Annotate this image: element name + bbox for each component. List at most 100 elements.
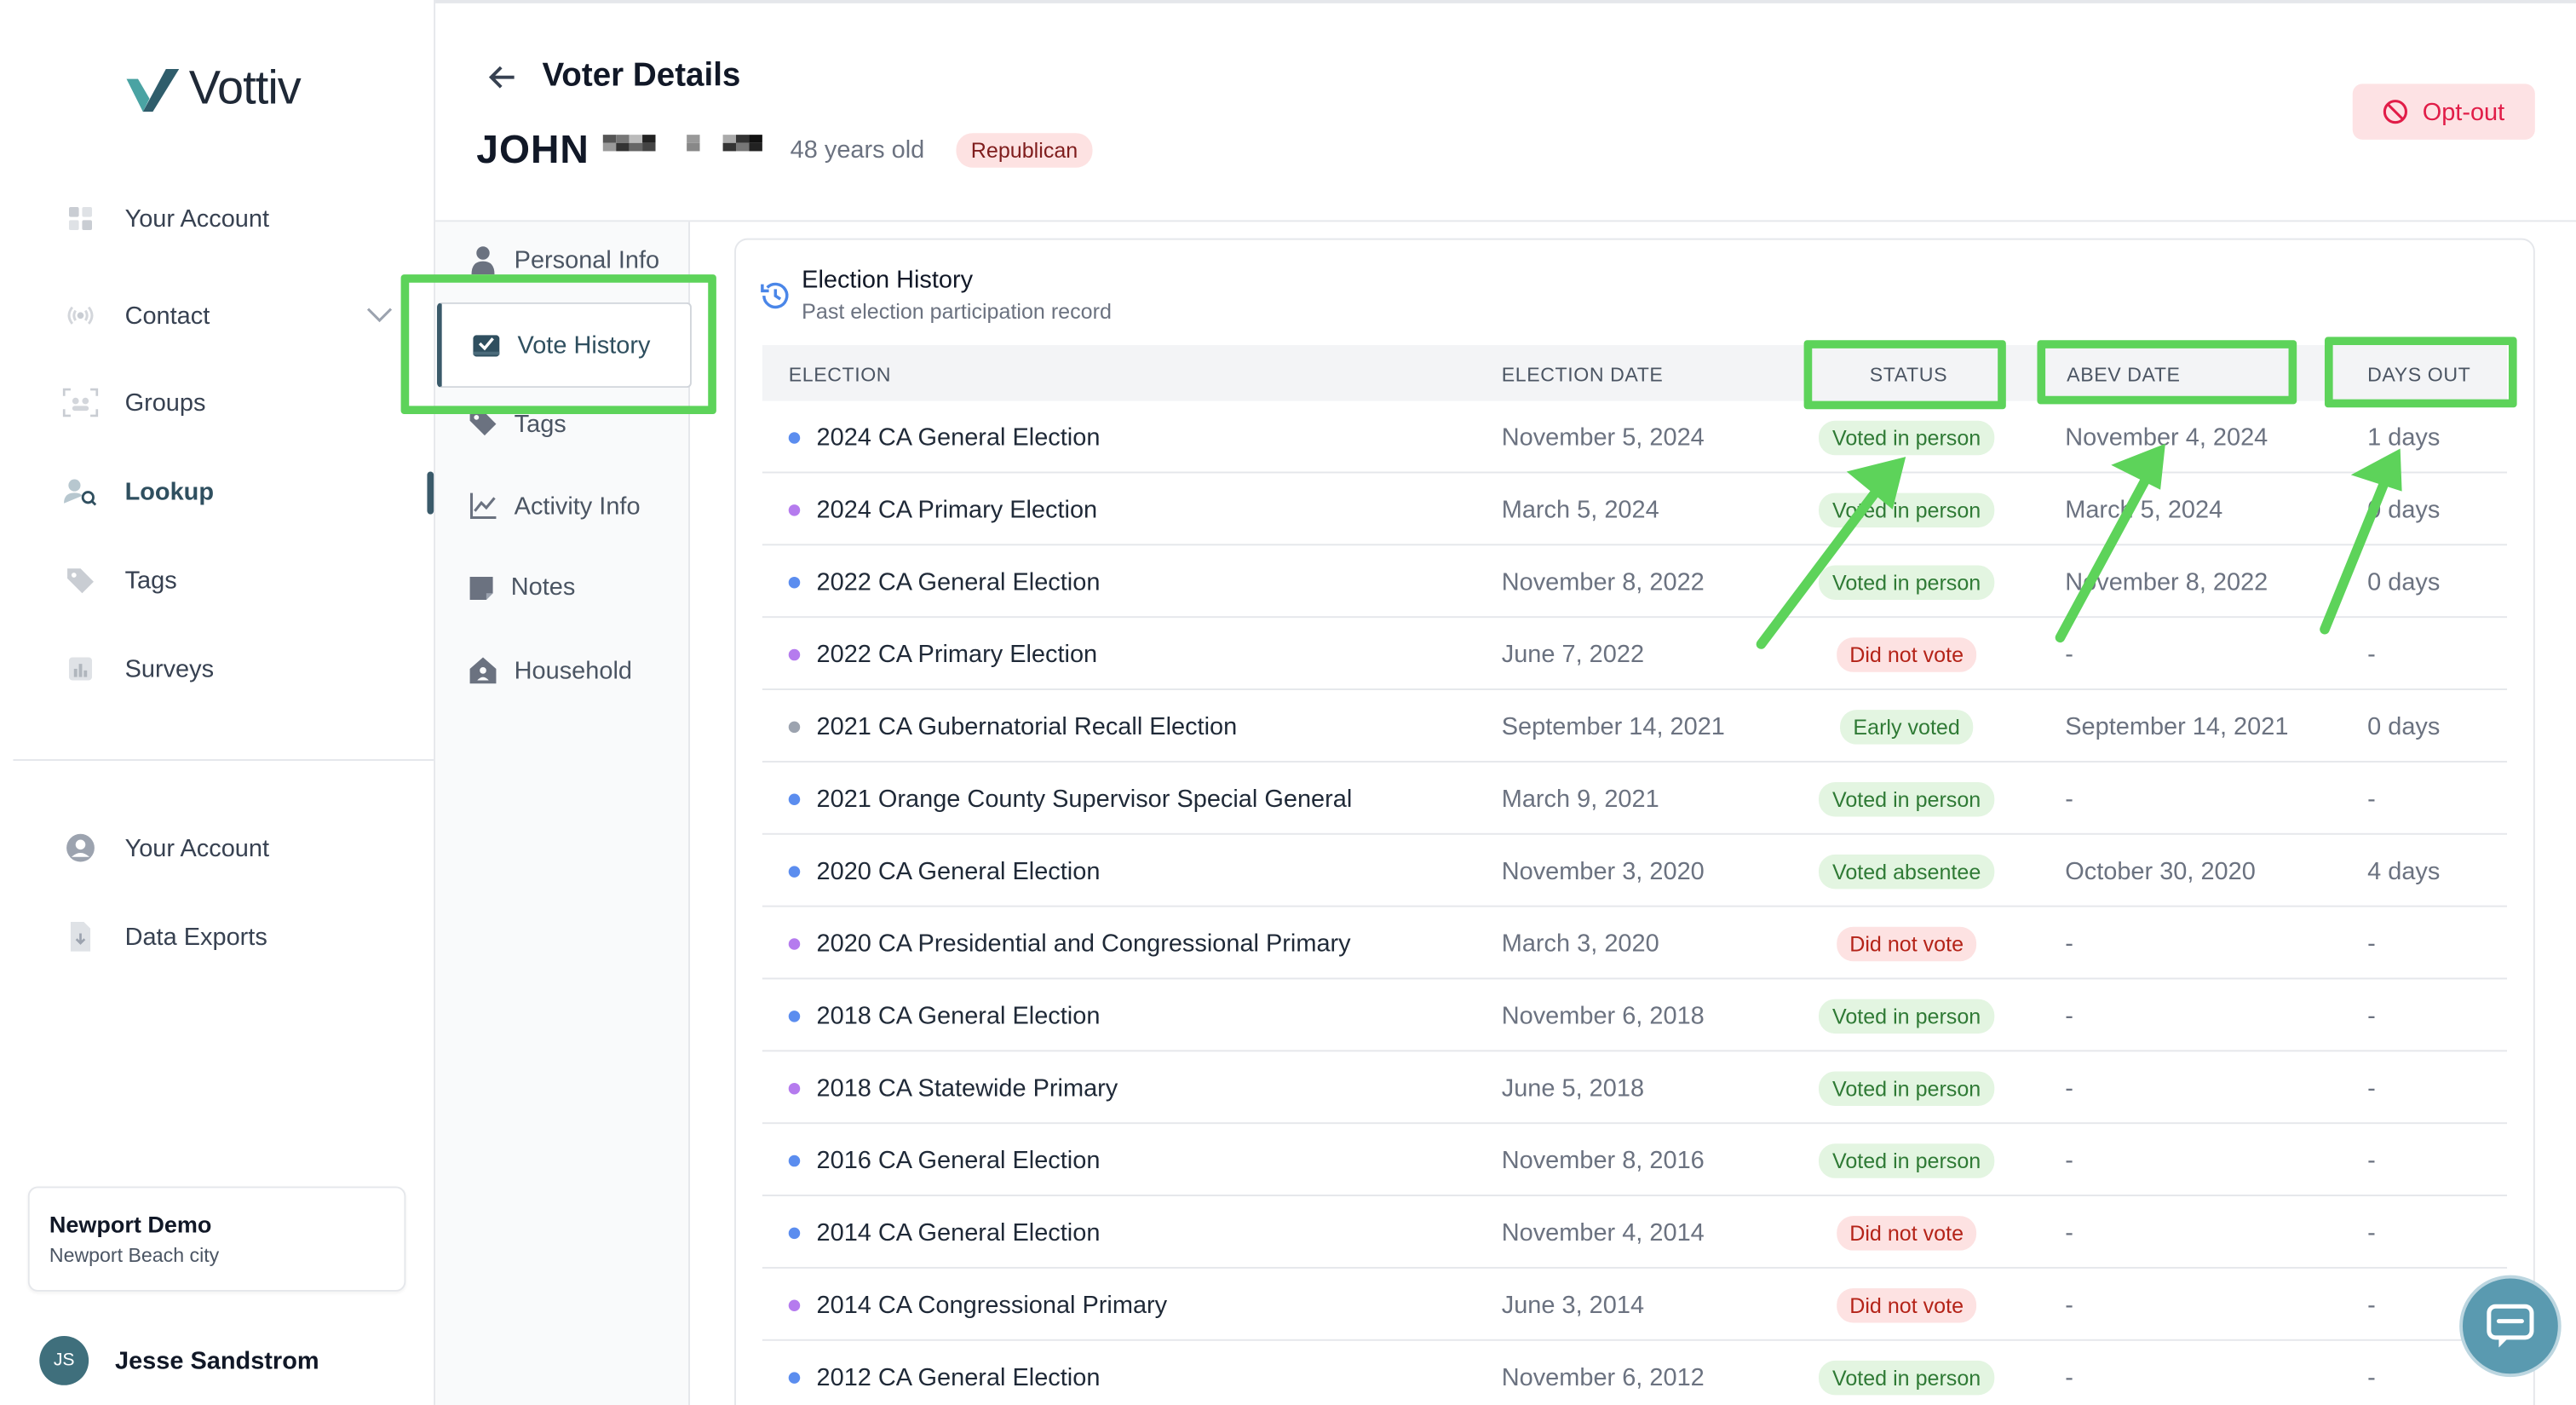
sidebar-item-data-exports[interactable]: Data Exports [62, 918, 267, 954]
election-type-dot [788, 575, 801, 588]
days-out: - [2367, 1290, 2376, 1319]
avatar: JS [39, 1335, 89, 1385]
election-type-dot [788, 431, 801, 443]
table-row[interactable]: 2014 CA General Election November 4, 2014… [762, 1196, 2508, 1269]
election-type-dot [788, 1298, 801, 1311]
status-badge: Early voted [1839, 709, 1974, 744]
table-row[interactable]: 2024 CA Primary Election March 5, 2024 Vot… [762, 473, 2508, 546]
groups-icon [62, 384, 99, 420]
election-cell: 2022 CA Primary Election [788, 618, 1097, 690]
status-cell: Voted in person [1804, 1124, 2010, 1196]
file-download-icon [62, 918, 98, 954]
sidebar-item-surveys[interactable]: Surveys [62, 651, 214, 687]
table-row[interactable]: 2024 CA General Election November 5, 2024… [762, 401, 2508, 474]
election-date: November 5, 2024 [1501, 423, 1705, 452]
days-out: - [2367, 640, 2376, 668]
table-row[interactable]: 2021 CA Gubernatorial Recall Election Sep… [762, 690, 2508, 763]
status-badge: Voted in person [1819, 1143, 1994, 1178]
election-cell: 2021 Orange County Supervisor Special Ge… [788, 763, 1352, 835]
table-row[interactable]: 2020 CA Presidential and Congressional P… [762, 907, 2508, 980]
election-date: November 4, 2014 [1501, 1218, 1705, 1247]
days-out: - [2367, 929, 2376, 958]
org-switcher[interactable]: Newport Demo Newport Beach city [27, 1186, 406, 1292]
election-type-dot [788, 1226, 801, 1239]
table-row[interactable]: 2022 CA General Election November 8, 2022… [762, 545, 2508, 619]
table-row[interactable]: 2020 CA General Election November 3, 2020… [762, 835, 2508, 907]
days-out: - [2367, 1362, 2376, 1391]
status-badge: Voted absentee [1819, 853, 1994, 889]
election-cell: 2016 CA General Election [788, 1124, 1100, 1196]
days-out: 0 days [2367, 567, 2441, 596]
redacted-block [687, 135, 762, 168]
sidebar-item-label: Tags [124, 566, 177, 595]
tab-activity-info[interactable]: Activity Info [469, 492, 641, 521]
sidebar-item-lookup[interactable]: Lookup [62, 473, 214, 509]
election-cell: 2020 CA General Election [788, 835, 1101, 907]
table-row[interactable]: 2014 CA Congressional Primary June 3, 201… [762, 1269, 2508, 1341]
sidebar-item-contact[interactable]: Contact [62, 297, 210, 333]
table-row[interactable]: 2022 CA Primary Election June 7, 2022 Did … [762, 618, 2508, 691]
user-profile[interactable]: JS Jesse Sandstrom [39, 1335, 319, 1385]
abev-date: - [2065, 784, 2073, 813]
status-cell: Voted absentee [1804, 835, 2010, 907]
sidebar-item-your-account-bottom[interactable]: Your Account [62, 830, 269, 866]
election-type-dot [788, 1010, 801, 1022]
app-root: Vottiv Your Account Contact Groups Looku… [0, 0, 2576, 1405]
status-cell: Voted in person [1804, 1051, 2010, 1124]
tab-notes[interactable]: Notes [469, 573, 576, 602]
sidebar-item-tags[interactable]: Tags [62, 562, 177, 598]
header-divider [435, 220, 2576, 222]
sidebar-divider [13, 759, 434, 761]
election-type-dot [788, 648, 801, 660]
status-cell: Did not vote [1804, 618, 2010, 690]
table-row[interactable]: 2021 Orange County Supervisor Special Ge… [762, 763, 2508, 835]
days-out: 0 days [2367, 712, 2441, 740]
election-cell: 2022 CA General Election [788, 545, 1100, 618]
election-date: June 7, 2022 [1501, 640, 1645, 668]
org-name: Newport Demo [49, 1211, 212, 1238]
status-cell: Did not vote [1804, 907, 2010, 980]
optout-button[interactable]: Opt-out [2352, 83, 2535, 140]
status-cell: Voted in person [1804, 1341, 2010, 1405]
person-icon [471, 246, 495, 275]
sidebar-item-groups[interactable]: Groups [62, 384, 205, 420]
tab-label: Activity Info [514, 492, 641, 521]
sidebar-item-your-account[interactable]: Your Account [62, 200, 269, 236]
chat-launcher-button[interactable] [2459, 1275, 2562, 1378]
status-cell: Did not vote [1804, 1196, 2010, 1269]
table-row[interactable]: 2016 CA General Election November 8, 2016… [762, 1124, 2508, 1197]
dashboard-icon [62, 200, 98, 236]
vottiv-logo-icon [126, 68, 180, 112]
broadcast-icon [62, 297, 98, 333]
election-name: 2012 CA General Election [816, 1362, 1101, 1391]
column-header-election[interactable]: ELECTION [789, 363, 891, 386]
sidebar-item-label: Data Exports [124, 922, 267, 951]
election-cell: 2024 CA General Election [788, 401, 1100, 474]
table-row[interactable]: 2012 CA General Election November 6, 2012… [762, 1341, 2507, 1405]
table-row[interactable]: 2018 CA Statewide Primary June 5, 2018 Vot… [762, 1051, 2508, 1125]
back-arrow-icon[interactable] [485, 59, 520, 95]
status-badge: Voted in person [1819, 1070, 1994, 1105]
chevron-down-icon[interactable] [365, 306, 394, 325]
user-circle-icon [62, 830, 98, 866]
logo[interactable]: Vottiv [124, 62, 302, 117]
table-row[interactable]: 2018 CA General Election November 6, 2018… [762, 979, 2508, 1052]
tab-household[interactable]: Household [469, 656, 632, 686]
election-cell: 2024 CA Primary Election [788, 473, 1097, 545]
election-date: June 5, 2018 [1501, 1074, 1645, 1103]
election-date: November 3, 2020 [1501, 856, 1705, 885]
election-type-dot [788, 720, 801, 733]
column-header-election-date[interactable]: ELECTION DATE [1502, 363, 1664, 386]
redacted-block [602, 135, 656, 168]
tab-label: Notes [510, 573, 576, 602]
election-date: September 14, 2021 [1501, 712, 1725, 740]
days-out: 0 days [2367, 495, 2441, 524]
page-title: Voter Details [542, 57, 741, 94]
tab-personal-info[interactable]: Personal Info [469, 245, 659, 275]
abev-date: - [2065, 1074, 2073, 1103]
status-badge: Did not vote [1836, 636, 1977, 671]
election-name: 2014 CA Congressional Primary [816, 1290, 1168, 1319]
election-name: 2020 CA General Election [816, 856, 1101, 885]
election-name: 2020 CA Presidential and Congressional P… [816, 929, 1351, 958]
chat-icon [2487, 1304, 2534, 1348]
